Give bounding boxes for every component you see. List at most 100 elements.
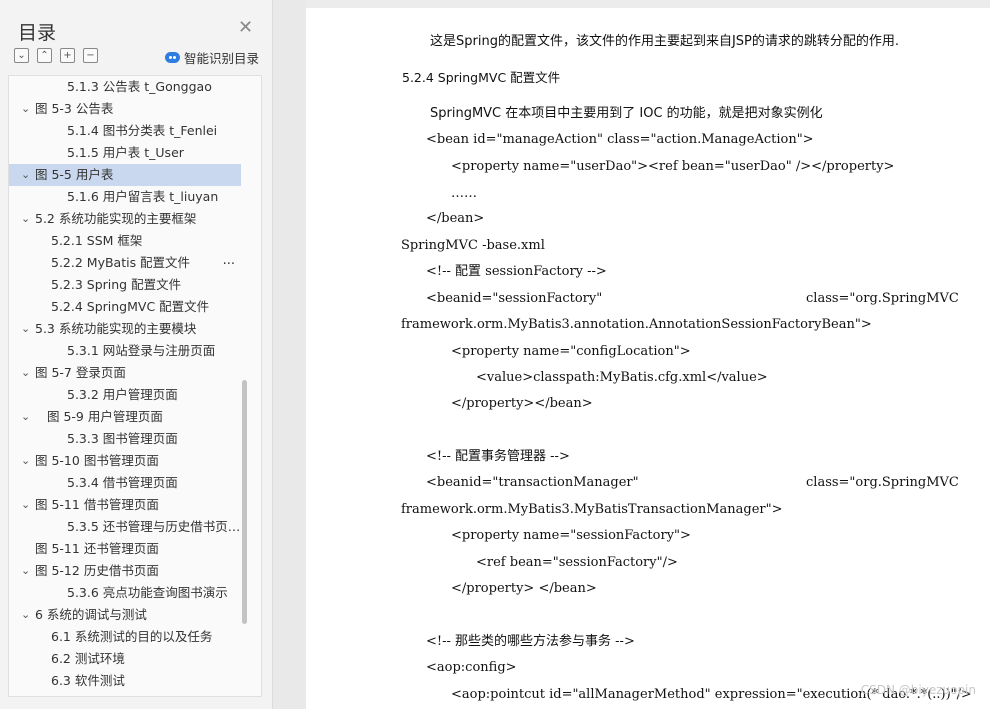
document-line: <beanid="sessionFactory" (426, 291, 603, 306)
chevron-down-icon[interactable]: ⌄ (21, 560, 30, 582)
chevron-down-icon[interactable]: ⌄ (21, 362, 30, 384)
document-line: </property> </bean> (451, 581, 597, 596)
watermark: CSDN @biyezuopin (860, 683, 976, 697)
document-line: <!-- 配置事务管理器 --> (426, 449, 570, 464)
toc-item-label: 5.1.6 用户留言表 t_liuyan (67, 189, 219, 204)
document-line: class="org.SpringMVC (806, 475, 959, 490)
chevron-down-icon[interactable]: ⌄ (21, 164, 30, 186)
toc-item-label: 5.2.1 SSM 框架 (51, 233, 143, 248)
toc-item[interactable]: 6.1 系统测试的目的以及任务 (9, 626, 241, 648)
toc-item[interactable]: 5.3.1 网站登录与注册页面 (9, 340, 241, 362)
chevron-down-icon[interactable]: ⌄ (21, 604, 30, 626)
document-line: <bean id="manageAction" class="action.Ma… (426, 132, 814, 147)
toc-item-label: 5.3.6 亮点功能查询图书演示 (67, 585, 228, 600)
toc-item[interactable]: 5.2.2 MyBatis 配置文件... (9, 252, 241, 274)
toc-item-label: 5.2.2 MyBatis 配置文件 (51, 255, 191, 270)
toc-item[interactable]: 5.3.4 借书管理页面 (9, 472, 241, 494)
toc-scrollbar[interactable] (242, 380, 247, 624)
toc-item-label: 图 5-12 历史借书页面 (35, 563, 159, 578)
toc-item-label: 5.3.3 图书管理页面 (67, 431, 178, 446)
remove-icon[interactable]: − (83, 48, 98, 63)
expand-all-icon[interactable]: ⌄ (14, 48, 29, 63)
toc-item-label: 5.1.4 图书分类表 t_Fenlei (67, 123, 218, 138)
document-line: …… (451, 186, 477, 201)
toc-item[interactable]: 5.1.3 公告表 t_Gonggao (9, 76, 241, 98)
toc-item-label: 5.2.4 SpringMVC 配置文件 (51, 299, 210, 314)
document-line: framework.orm.MyBatis3.MyBatisTransactio… (401, 502, 783, 517)
toc-item[interactable]: 5.3.6 亮点功能查询图书演示 (9, 582, 241, 604)
toc-item[interactable]: ⌄ 图 5-11 借书管理页面 (9, 494, 241, 516)
document-line: class="org.SpringMVC (806, 291, 959, 306)
toc-item-label: 6.2 测试环境 (51, 651, 125, 666)
chevron-down-icon[interactable]: ⌄ (21, 406, 30, 428)
toc-item[interactable]: 5.1.4 图书分类表 t_Fenlei (9, 120, 241, 142)
chevron-down-icon[interactable]: ⌄ (21, 98, 30, 120)
document-line: framework.orm.MyBatis3.annotation.Annota… (401, 317, 872, 332)
document-line: <value>classpath:MyBatis.cfg.xml</value> (476, 370, 768, 385)
toc-item[interactable]: ⌄ 图 5-10 图书管理页面 (9, 450, 241, 472)
toc-item-label: 5.1.3 公告表 t_Gonggao (67, 79, 212, 94)
toc-item[interactable]: 6.2 测试环境 (9, 648, 241, 670)
toc-item[interactable]: 5.2.1 SSM 框架 (9, 230, 241, 252)
document-line: SpringMVC -base.xml (401, 238, 545, 253)
add-icon[interactable]: + (60, 48, 75, 63)
smart-toc-button[interactable]: 智能识别目录 (165, 48, 259, 67)
page-top-edge (306, 0, 990, 8)
document-line: <!-- 那些类的哪些方法参与事务 --> (426, 634, 635, 649)
document-line: <property name="userDao"><ref bean="user… (451, 159, 895, 174)
toc-item[interactable]: ⌄ 图 5-9 用户管理页面 (9, 406, 241, 428)
toc-item-label: 5.2.3 Spring 配置文件 (51, 277, 182, 292)
toc-item-label: 5.3.1 网站登录与注册页面 (67, 343, 216, 358)
toc-item-label: 图 5-9 用户管理页面 (47, 409, 163, 424)
close-icon[interactable]: ✕ (238, 18, 253, 38)
collapse-all-icon[interactable]: ⌃ (37, 48, 52, 63)
toc-item[interactable]: ⌄ 5.2 系统功能实现的主要框架 (9, 208, 241, 230)
toc-item[interactable]: 5.3.2 用户管理页面 (9, 384, 241, 406)
toc-item[interactable]: 6.3 软件测试 (9, 670, 241, 692)
toc-item[interactable]: 5.1.5 用户表 t_User (9, 142, 241, 164)
toc-item[interactable]: ⌄ 5.3 系统功能实现的主要模块 (9, 318, 241, 340)
document-line: SpringMVC 在本项目中主要用到了 IOC 的功能，就是把对象实例化 (430, 106, 823, 121)
document-line: 5.2.4 SpringMVC 配置文件 (402, 70, 561, 85)
document-line: </property></bean> (451, 396, 593, 411)
document-line: </bean> (426, 211, 485, 226)
ai-icon (165, 52, 180, 63)
document-line: <ref bean="sessionFactory"/> (476, 555, 678, 570)
toc-item-label: 图 5-11 借书管理页面 (35, 497, 159, 512)
document-line: <property name="sessionFactory"> (451, 528, 691, 543)
toc-item-label: 图 5-3 公告表 (35, 101, 114, 116)
smart-toc-label: 智能识别目录 (184, 51, 260, 66)
toc-item[interactable]: ⌄ 图 5-5 用户表 (9, 164, 241, 186)
toc-item[interactable]: ⌄ 图 5-3 公告表 (9, 98, 241, 120)
document-line: <beanid="transactionManager" (426, 475, 639, 490)
toc-item-label: 图 5-5 用户表 (35, 167, 114, 182)
toc-item-label: 6.1 系统测试的目的以及任务 (51, 629, 213, 644)
toc-item-label: 5.3.5 还书管理与历史借书页… (67, 519, 241, 534)
chevron-down-icon[interactable]: ⌄ (21, 450, 30, 472)
chevron-down-icon[interactable]: ⌄ (21, 318, 30, 340)
toc-item[interactable]: ⌄ 6 系统的调试与测试 (9, 604, 241, 626)
toc-item[interactable]: 5.2.4 SpringMVC 配置文件 (9, 296, 241, 318)
toc-item-label: 图 5-10 图书管理页面 (35, 453, 159, 468)
document-page: 这是Spring的配置文件，该文件的作用主要起到来自JSP的请求的跳转分配的作用… (306, 0, 990, 709)
toc-item[interactable]: ⌄ 图 5-7 登录页面 (9, 362, 241, 384)
sidebar-title: 目录 (18, 22, 57, 44)
toc-item-label: 6.3 软件测试 (51, 673, 125, 688)
more-icon[interactable]: ... (223, 250, 235, 272)
toc-item-label: 6 系统的调试与测试 (35, 607, 147, 622)
toc-item-label: 5.2 系统功能实现的主要框架 (35, 211, 197, 226)
document-line: <aop:config> (426, 660, 517, 675)
toc-item-label: 5.3.2 用户管理页面 (67, 387, 178, 402)
toc-toolbar: ⌄ ⌃ + − (14, 48, 98, 66)
toc-item[interactable]: 5.2.3 Spring 配置文件 (9, 274, 241, 296)
toc-item[interactable]: 图 5-11 还书管理页面 (9, 538, 241, 560)
toc-item[interactable]: 5.3.5 还书管理与历史借书页… (9, 516, 241, 538)
toc-item-label: 5.3 系统功能实现的主要模块 (35, 321, 197, 336)
chevron-down-icon[interactable]: ⌄ (21, 208, 30, 230)
toc-item-label: 5.1.5 用户表 t_User (67, 145, 184, 160)
chevron-down-icon[interactable]: ⌄ (21, 494, 30, 516)
toc-item[interactable]: ⌄ 图 5-12 历史借书页面 (9, 560, 241, 582)
toc-tree: 5.1.3 公告表 t_Gonggao ⌄ 图 5-3 公告表 5.1.4 图书分类表… (8, 75, 262, 697)
toc-item[interactable]: 5.3.3 图书管理页面 (9, 428, 241, 450)
toc-item[interactable]: 5.1.6 用户留言表 t_liuyan (9, 186, 241, 208)
